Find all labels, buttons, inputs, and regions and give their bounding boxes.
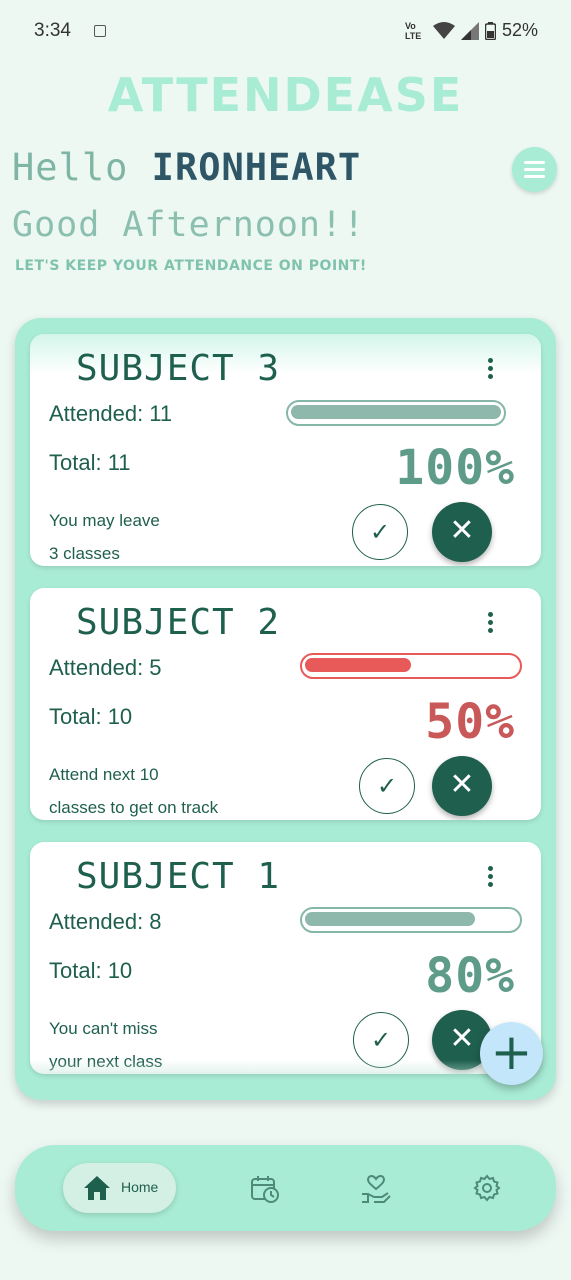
hamburger-icon-line	[524, 168, 545, 171]
nav-home-label: Home	[121, 1179, 159, 1195]
settings-icon[interactable]	[473, 1174, 501, 1202]
attendance-percent: 100%	[395, 440, 515, 496]
status-message: Attend next 10 classes to get on track	[49, 758, 218, 820]
home-icon	[84, 1176, 110, 1200]
battery-icon	[484, 21, 496, 40]
progress-fill	[291, 405, 501, 419]
status-message-line2: classes to get on track	[49, 798, 219, 817]
hello-line: Hello IRONHEART	[12, 146, 361, 189]
calendar-clock-icon[interactable]	[250, 1174, 280, 1204]
tagline: LET'S KEEP YOUR ATTENDANCE ON POINT!	[15, 258, 367, 274]
subject-title: SUBJECT 1	[76, 856, 281, 897]
mark-absent-button[interactable]: ✕	[432, 756, 492, 816]
nav-home[interactable]: Home	[63, 1163, 176, 1213]
status-message-line1: Attend next 10	[49, 765, 159, 784]
attendance-progress-bar	[286, 400, 506, 426]
mark-absent-button[interactable]: ✕	[432, 502, 492, 562]
notification-icon	[94, 25, 106, 37]
status-message: You may leave 3 classes	[49, 504, 160, 566]
signal-icon	[460, 21, 479, 40]
total-count: Total: 10	[49, 704, 133, 729]
attendance-percent: 80%	[425, 948, 515, 1004]
status-message-line1: You may leave	[49, 511, 160, 530]
mark-present-button[interactable]: ✓	[359, 758, 415, 814]
total-count: Total: 11	[49, 450, 131, 475]
bottom-nav: Home	[15, 1145, 556, 1231]
attendance-progress-bar	[300, 653, 522, 679]
subject-title: SUBJECT 3	[76, 348, 281, 389]
add-subject-button[interactable]: +	[480, 1022, 543, 1085]
status-time: 3:34	[34, 20, 71, 41]
status-bar: 3:34 Vo LTE 52%	[0, 0, 571, 62]
more-options-icon[interactable]	[488, 358, 494, 380]
hello-word: Hello	[12, 146, 129, 189]
heart-hand-icon[interactable]	[360, 1174, 392, 1204]
subject-card: SUBJECT 1 Attended: 8 Total: 10 80% You …	[30, 842, 541, 1074]
greeting: Good Afternoon!!	[12, 205, 366, 245]
subject-title: SUBJECT 2	[76, 602, 281, 643]
subject-list[interactable]: SUBJECT 3 Attended: 11 Total: 11 100% Yo…	[15, 318, 556, 1100]
attended-count: Attended: 11	[49, 401, 173, 426]
volte-indicator: Vo LTE	[404, 20, 422, 41]
subject-card: SUBJECT 3 Attended: 11 Total: 11 100% Yo…	[30, 334, 541, 566]
total-count: Total: 10	[49, 958, 133, 983]
attended-count: Attended: 5	[49, 655, 162, 680]
hamburger-icon-line	[524, 175, 545, 178]
status-indicators: Vo LTE 52%	[405, 20, 538, 41]
subject-card: SUBJECT 2 Attended: 5 Total: 10 50% Atte…	[30, 588, 541, 820]
card-fade	[30, 1060, 541, 1074]
status-message-line1: You can't miss	[49, 1019, 158, 1038]
user-name: IRONHEART	[151, 146, 362, 189]
wifi-icon	[432, 21, 455, 39]
app-title: ATTENDEASE	[107, 68, 464, 122]
attendance-progress-bar	[300, 907, 522, 933]
hamburger-icon	[524, 161, 545, 164]
menu-button[interactable]	[512, 147, 557, 192]
progress-fill	[305, 658, 411, 672]
progress-fill	[305, 912, 475, 926]
more-options-icon[interactable]	[488, 866, 494, 888]
attended-count: Attended: 8	[49, 909, 162, 934]
attendance-percent: 50%	[425, 694, 515, 750]
battery-percent: 52%	[501, 20, 538, 40]
mark-present-button[interactable]: ✓	[352, 504, 408, 560]
status-message-line2: 3 classes	[49, 544, 120, 563]
more-options-icon[interactable]	[488, 612, 494, 634]
